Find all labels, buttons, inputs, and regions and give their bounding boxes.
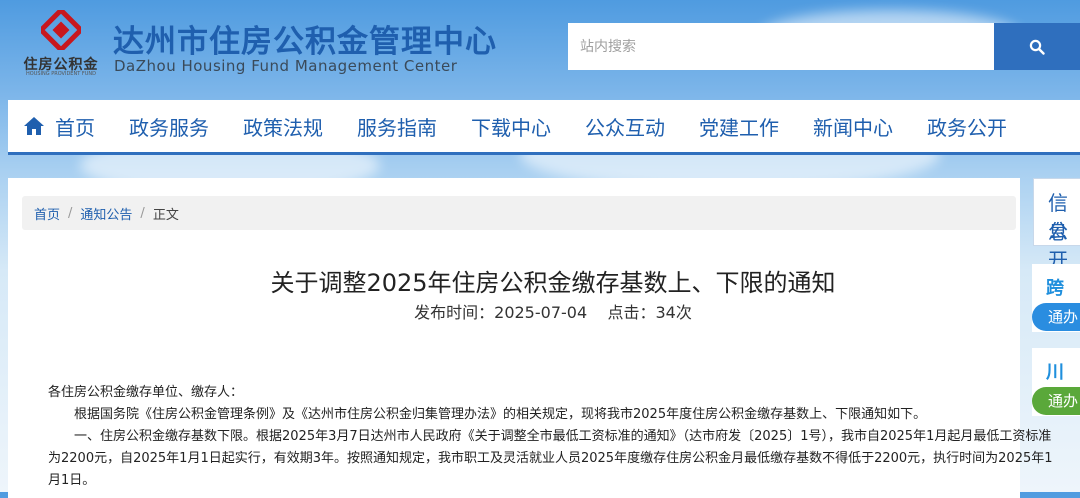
nav-item-party-building[interactable]: 党建工作 [682,112,796,141]
main-nav: 首页 政务服务 政策法规 服务指南 下载中心 公众互动 党建工作 新闻中心 政务… [8,100,1080,155]
article-paragraph: 一、住房公积金缴存基数下限。根据2025年3月7日达州市人民政府《关于调整全市最… [48,429,1053,488]
logo-subtext: HOUSING PROVIDENT FUND [26,71,96,77]
article-panel: 首页 / 通知公告 / 正文 关于调整2025年住房公积金缴存基数上、下限的通知… [8,178,1053,498]
right-sidebar: 信息 公开 跨省 通办 川渝 通办 [1030,178,1080,498]
breadcrumb: 首页 / 通知公告 / 正文 [22,196,1016,230]
site-logo[interactable]: 住房公积金 HOUSING PROVIDENT FUND [20,10,102,77]
nav-item-service-guide[interactable]: 服务指南 [340,112,454,141]
home-icon [24,117,44,135]
article-body: 各住房公积金缴存单位、缴存人： 根据国务院《住房公积金管理条例》及《达州市住房公… [48,382,1063,492]
breadcrumb-separator: / [68,205,73,221]
nav-item-policies[interactable]: 政策法规 [226,112,340,141]
nav-item-label: 首页 [55,115,95,140]
search-button[interactable] [994,23,1080,70]
nav-item-gov-disclosure[interactable]: 政务公开 [910,112,1024,141]
meta-spacer [587,303,607,322]
sidebar-card-button[interactable]: 通办 [1032,387,1080,415]
nav-item-public-interaction[interactable]: 公众互动 [568,112,682,141]
sidebar-card-button[interactable]: 通办 [1032,303,1080,331]
logo-icon [41,10,81,50]
breadcrumb-separator: / [140,205,145,221]
breadcrumb-current: 正文 [152,207,179,223]
clicks-label: 点击： [607,303,656,322]
nav-item-home[interactable]: 首页 [8,112,112,141]
publish-date: 2025-07-04 [494,303,588,322]
sidebar-sichuan-chongqing-card[interactable]: 川渝 通办 [1032,348,1080,416]
nav-item-news[interactable]: 新闻中心 [796,112,910,141]
article-paragraph: 根据国务院《住房公积金管理条例》及《达州市住房公积金归集管理办法》的相关规定，现… [74,407,927,422]
site-subtitle: DaZhou Housing Fund Management Center [114,57,458,75]
site-header: 住房公积金 HOUSING PROVIDENT FUND 达州市住房公积金管理中… [0,0,1080,95]
nav-item-gov-services[interactable]: 政务服务 [112,112,226,141]
breadcrumb-home[interactable]: 首页 [34,204,60,223]
article-greeting: 各住房公积金缴存单位、缴存人： [48,385,244,400]
article-title: 关于调整2025年住房公积金缴存基数上、下限的通知 [270,269,836,297]
clicks-count: 34次 [655,303,692,322]
search-input[interactable] [568,23,994,70]
article-meta: 发布时间：2025-07-04 点击：34次 [8,299,1080,323]
nav-item-downloads[interactable]: 下载中心 [454,112,568,141]
site-title: 达州市住房公积金管理中心 [113,24,497,60]
sidebar-info-disclosure[interactable]: 信息 公开 [1033,178,1080,272]
sidebar-cross-province-card[interactable]: 跨省 通办 [1032,264,1080,332]
publish-label: 发布时间： [414,303,495,322]
search-icon [1029,39,1045,55]
breadcrumb-notices[interactable]: 通知公告 [80,204,132,223]
